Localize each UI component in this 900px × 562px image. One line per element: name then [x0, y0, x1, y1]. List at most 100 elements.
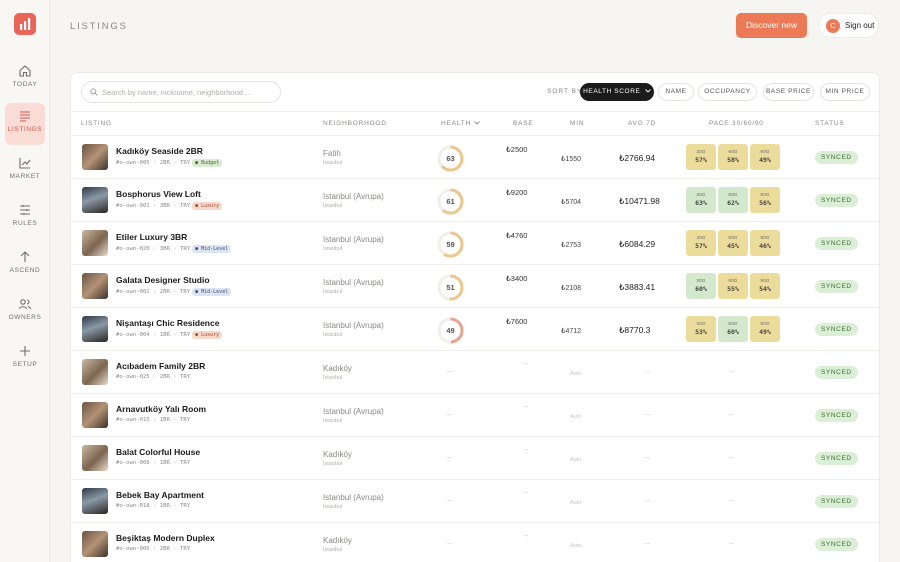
- sort-option-label: HEALTH SCORE: [583, 88, 641, 95]
- nav-item-ascend[interactable]: ASCEND: [5, 244, 45, 286]
- avg-empty: --: [645, 541, 650, 548]
- sort-option-min-price[interactable]: MIN PRICE: [820, 83, 870, 101]
- pace-label: 30D: [696, 321, 706, 326]
- nav-label: LISTINGS: [7, 126, 43, 133]
- city: İstanbul: [323, 375, 343, 381]
- nav-item-owners[interactable]: OWNERS: [5, 291, 45, 333]
- base-price[interactable]: ₺9200: [506, 188, 527, 197]
- listing-meta: #o-own-008 · 1BR · TRY: [116, 460, 190, 466]
- nav-item-today[interactable]: TODAY: [5, 58, 45, 100]
- nav-item-setup[interactable]: SETUP: [5, 338, 45, 380]
- pace-cell: 60D 60%: [718, 316, 748, 342]
- listing-name[interactable]: Nişantaşı Chic Residence: [116, 318, 219, 328]
- health-score: 51: [446, 283, 455, 292]
- listing-name[interactable]: Bebek Bay Apartment: [116, 490, 204, 500]
- chart-icon: [19, 158, 31, 169]
- table-row[interactable]: Beşiktaş Modern Duplex #o-own-006 · 2BR ·…: [71, 523, 879, 562]
- column-header-min[interactable]: MIN: [570, 120, 584, 127]
- table-row[interactable]: Etiler Luxury 3BR #o-own-020 · 3BR · TRY ●…: [71, 222, 879, 265]
- table-row[interactable]: Bebek Bay Apartment #o-own-018 · 1BR · TR…: [71, 480, 879, 523]
- column-header-base[interactable]: BASE: [513, 120, 534, 127]
- pace-label: 30D: [696, 278, 706, 283]
- listing-name[interactable]: Bosphorus View Loft: [116, 189, 201, 199]
- neighborhood: Istanbul (Avrupa): [323, 493, 384, 502]
- base-price[interactable]: ₺2500: [506, 145, 527, 154]
- column-header-status[interactable]: STATUS: [815, 120, 844, 127]
- listing-name[interactable]: Arnavutköy Yalı Room: [116, 404, 206, 414]
- discover-new-button[interactable]: Discover new: [736, 13, 807, 38]
- sort-option-name[interactable]: NAME: [658, 83, 694, 101]
- pace-cell: 60D 55%: [718, 273, 748, 299]
- base-price[interactable]: ₺7600: [506, 317, 527, 326]
- city: İstanbul: [323, 203, 343, 209]
- listing-thumbnail[interactable]: [82, 187, 108, 213]
- column-header-listing[interactable]: LISTING: [81, 120, 112, 127]
- sort-option-occupancy[interactable]: OCCUPANCY: [698, 83, 757, 101]
- health-score: 59: [446, 240, 455, 249]
- nav-item-rules[interactable]: RULES: [5, 197, 45, 239]
- listing-thumbnail[interactable]: [82, 359, 108, 385]
- app-logo[interactable]: [14, 13, 36, 35]
- min-price[interactable]: ₺2108: [561, 284, 581, 292]
- min-price[interactable]: ₺1550: [561, 155, 581, 163]
- nav-label: MARKET: [9, 173, 41, 180]
- base-price[interactable]: ₺4760: [506, 231, 527, 240]
- tier-badge: ● Luxury: [192, 331, 223, 339]
- listing-name[interactable]: Etiler Luxury 3BR: [116, 232, 187, 242]
- table-row[interactable]: Bosphorus View Loft #o-own-001 · 3BR · TR…: [71, 179, 879, 222]
- listing-name[interactable]: Balat Colorful House: [116, 447, 200, 457]
- listing-name[interactable]: Acıbadem Family 2BR: [116, 361, 205, 371]
- pace-label: 90D: [760, 321, 770, 326]
- sign-out-button[interactable]: C Sign out: [818, 13, 879, 38]
- base-empty: --: [524, 404, 529, 411]
- pace-value: 55%: [727, 285, 739, 293]
- search-box[interactable]: [81, 81, 281, 103]
- pace-cell: 90D 54%: [750, 273, 780, 299]
- listing-thumbnail[interactable]: [82, 488, 108, 514]
- sort-option-health-score[interactable]: HEALTH SCORE: [580, 83, 654, 101]
- nav-item-market[interactable]: MARKET: [5, 150, 45, 192]
- health-empty: --: [447, 369, 452, 376]
- base-price[interactable]: ₺3400: [506, 274, 527, 283]
- tier-badge-label: Luxury: [201, 203, 220, 209]
- listing-thumbnail[interactable]: [82, 445, 108, 471]
- sign-out-label: Sign out: [845, 21, 875, 30]
- table-row[interactable]: Arnavutköy Yalı Room #o-own-015 · 1BR · T…: [71, 394, 879, 437]
- status-badge: SYNCED: [815, 323, 858, 336]
- city: İstanbul: [323, 246, 343, 252]
- listing-thumbnail[interactable]: [82, 144, 108, 170]
- listing-thumbnail[interactable]: [82, 402, 108, 428]
- listing-name[interactable]: Kadıköy Seaside 2BR: [116, 146, 203, 156]
- listing-thumbnail[interactable]: [82, 273, 108, 299]
- column-header-avg-7d[interactable]: AVG 7D: [628, 120, 656, 127]
- search-input[interactable]: [102, 85, 272, 99]
- min-price[interactable]: ₺4712: [561, 327, 581, 335]
- table-row[interactable]: Kadıköy Seaside 2BR #o-own-005 · 2BR · TR…: [71, 136, 879, 179]
- status-badge: SYNCED: [815, 538, 858, 551]
- listing-thumbnail[interactable]: [82, 230, 108, 256]
- listings-card: SORT BY HEALTH SCORE NAME OCCUPANCY BASE…: [70, 72, 880, 562]
- table-row[interactable]: Nişantaşı Chic Residence #o-own-004 · 1BR…: [71, 308, 879, 351]
- pace-value: 62%: [727, 199, 739, 207]
- table-row[interactable]: Acıbadem Family 2BR #o-own-025 · 2BR · TR…: [71, 351, 879, 394]
- listing-name[interactable]: Galata Designer Studio: [116, 275, 210, 285]
- sort-option-base-price[interactable]: BASE PRICE: [763, 83, 814, 101]
- listing-thumbnail[interactable]: [82, 531, 108, 557]
- min-auto: Auto: [570, 414, 582, 420]
- city: İstanbul: [323, 461, 343, 467]
- min-price[interactable]: ₺5704: [561, 198, 581, 206]
- pace-value: 53%: [695, 328, 707, 336]
- status-badge: SYNCED: [815, 237, 858, 250]
- health-empty: --: [447, 541, 452, 548]
- table-row[interactable]: Galata Designer Studio #o-own-002 · 2BR ·…: [71, 265, 879, 308]
- nav-item-listings[interactable]: LISTINGS: [5, 103, 45, 145]
- pace-cell: 90D 56%: [750, 187, 780, 213]
- column-header-neighborhood[interactable]: NEIGHBORHOOD: [323, 120, 387, 127]
- listing-name[interactable]: Beşiktaş Modern Duplex: [116, 533, 215, 543]
- column-header-health[interactable]: HEALTH: [441, 120, 480, 127]
- pace-label: 60D: [728, 278, 738, 283]
- min-price[interactable]: ₺2753: [561, 241, 581, 249]
- listing-meta: #o-own-005 · 2BR · TRY ● Budget: [116, 159, 223, 167]
- table-row[interactable]: Balat Colorful House #o-own-008 · 1BR · T…: [71, 437, 879, 480]
- listing-thumbnail[interactable]: [82, 316, 108, 342]
